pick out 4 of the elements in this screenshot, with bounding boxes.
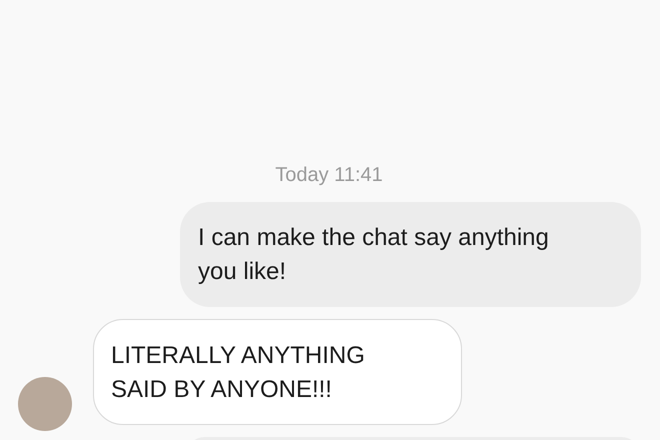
message-timestamp: Today 11:41: [275, 163, 383, 188]
message-bubble: LITERALLY ANYTHING SAID BY ANYONE!!!: [93, 319, 462, 425]
avatar-photo-placeholder[interactable]: [18, 377, 72, 431]
message-bubble: I can make the chat say anything you like!: [180, 202, 641, 307]
